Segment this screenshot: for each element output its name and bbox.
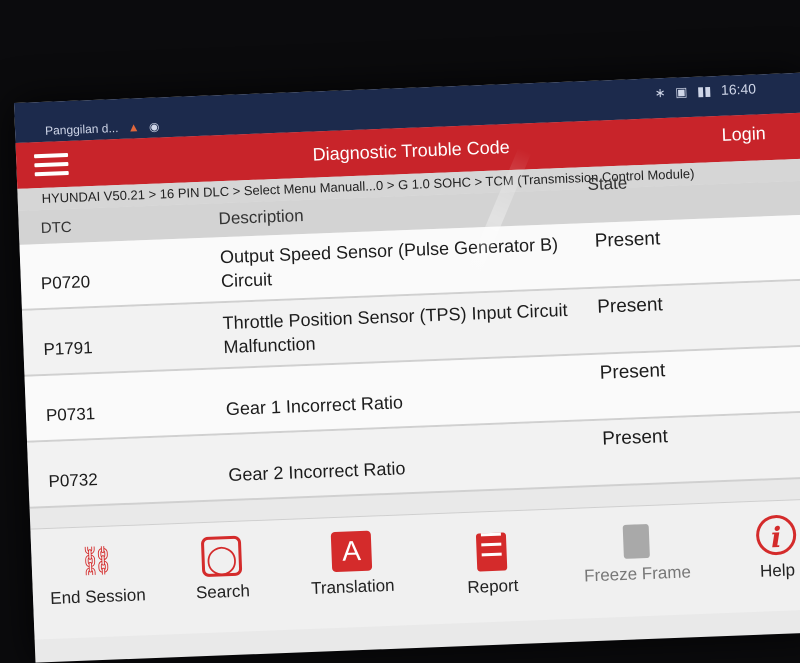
dtc-table: P0720 Output Speed Sensor (Pulse Generat… [19,214,800,509]
notification-area[interactable]: Panggilan d... ▲ ◉ [44,119,166,138]
notification-text: Panggilan d... [44,121,119,138]
translation-button[interactable]: A Translation [286,529,418,600]
toolbar-label: Translation [310,575,395,598]
bottom-toolbar: ⛓ End Session ◯ Search A Translation Rep… [30,498,800,640]
dtc-code: P0732 [48,470,99,491]
tablet-screen: Panggilan d... ▲ ◉ ∗ ▣ ▮▮ 16:40 Diagnost… [14,72,800,663]
freeze-frame-button[interactable]: Freeze Frame [571,518,703,587]
report-button[interactable]: Report [426,524,559,600]
battery-icon: ▮▮ [696,83,712,99]
dtc-description: Gear 1 Incorrect Ratio [225,392,404,420]
dtc-description: Throttle Position Sensor (TPS) Input Cir… [222,297,594,359]
dtc-state: Present [601,426,669,450]
column-header-description: Description [218,205,304,229]
location-icon: ◉ [148,119,160,134]
translate-icon: A [330,530,373,573]
alert-icon: ▲ [127,120,140,135]
bluetooth-icon: ∗ [654,84,666,101]
login-button[interactable]: Login [721,123,766,146]
toolbar-label: End Session [49,585,147,608]
toolbar-label: Report [467,575,519,597]
dtc-code: P1791 [43,338,93,360]
report-icon [475,532,508,572]
freeze-frame-icon [622,523,650,559]
toolbar-label: Help [759,560,796,581]
column-header-dtc: DTC [40,218,72,238]
car-icon: ⛓ [78,544,115,577]
dtc-state: Present [599,360,666,384]
search-icon: ◯ [200,535,243,578]
dtc-code: P0720 [40,272,91,294]
clock: 16:40 [720,80,757,98]
column-header-state: State [587,173,628,195]
dtc-description: Gear 2 Incorrect Ratio [228,458,406,486]
help-button[interactable]: i Help [710,513,800,584]
system-icons: ∗ ▣ ▮▮ 16:40 [648,81,756,102]
dtc-description: Output Speed Sensor (Pulse Generator B) … [220,231,592,293]
dtc-state: Present [596,294,664,318]
sim-icon: ▣ [674,84,688,100]
info-icon: i [755,514,797,556]
toolbar-label: Freeze Frame [583,562,692,586]
dtc-state: Present [594,228,661,252]
toolbar-label: Search [195,581,251,603]
search-button[interactable]: ◯ Search [156,534,288,605]
end-session-button[interactable]: ⛓ End Session [31,539,163,610]
dtc-code: P0731 [45,404,96,425]
